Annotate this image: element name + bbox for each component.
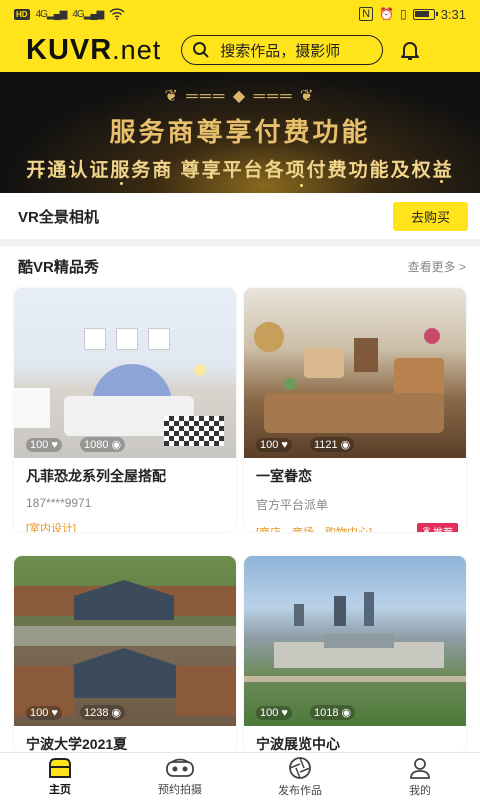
card-author: 187****9971 [26, 496, 92, 510]
view-count: 1121 ◉ [310, 437, 355, 452]
promo-banner[interactable]: ❦ ═══ ◆ ═══ ❦ 服务商尊享付费功能 开通认证服务商 尊享平台各项付费… [0, 72, 480, 193]
card-photo: 100 ♥ 1238 ◉ [14, 556, 236, 726]
heart-icon: ♥ [281, 439, 288, 451]
search-icon [193, 42, 209, 58]
signal-icon-2: 4G▂▄▆ [72, 8, 104, 20]
nav-publish[interactable]: 发布作品 [240, 753, 360, 800]
bell-icon [401, 42, 420, 60]
like-count: 100 ♥ [256, 706, 292, 720]
nav-home[interactable]: 主页 [0, 753, 120, 800]
recommend-badge: ♛推荐 [417, 523, 458, 532]
vr-headset-icon [166, 758, 194, 777]
notification-button[interactable] [395, 35, 425, 65]
card-photo: 100 ♥ 1080 ◉ [14, 288, 236, 458]
status-bar: HD 4G▂▄▆ 4G▂▄▆ N ⏰ ▯ 3:31 [0, 0, 480, 28]
heart-icon: ♥ [51, 439, 58, 451]
view-count: 1018 ◉ [310, 705, 356, 720]
logo: KUVR.net [26, 33, 162, 66]
vibrate-icon: ▯ [400, 7, 407, 21]
vr-camera-label: VR全景相机 [18, 208, 99, 226]
heart-icon: ♥ [281, 707, 288, 719]
nfc-icon: N [359, 7, 374, 21]
vr-camera-row: VR全景相机 去购买 [0, 193, 480, 239]
battery-icon [412, 8, 438, 20]
buy-button[interactable]: 去购买 [392, 201, 468, 231]
showcase-card[interactable]: 100♥ 1121◉ 一室眷恋 官方平台派单 [商店，商场，购物中心] ♛推荐 [244, 288, 466, 532]
card-tag: [商店，商场，购物中心] [256, 524, 372, 533]
banner-title: 服务商尊享付费功能 [109, 117, 371, 147]
nav-label: 主页 [49, 783, 71, 796]
eye-icon: ◉ [341, 707, 352, 719]
nav-label: 我的 [409, 784, 431, 797]
card-photo: 100 ♥ 1121 ◉ [244, 288, 466, 458]
card-tag: [室内设计] [26, 523, 77, 532]
signal-icon: 4G▂▄▆ [35, 8, 68, 20]
card-title: 一室眷恋 [256, 468, 312, 484]
heart-icon: ♥ [51, 707, 58, 719]
user-icon [410, 757, 430, 779]
crown-icon: ♛ [422, 526, 431, 532]
card-title: 凡菲恐龙系列全屋搭配 [26, 468, 166, 484]
hd-badge: HD [14, 8, 30, 20]
like-count: 100 ♥ [256, 438, 292, 452]
alarm-icon: ⏰ [379, 7, 395, 21]
section-title: 酷VR精品秀 [18, 256, 101, 280]
view-count: 1238 ◉ [80, 705, 126, 720]
home-icon [49, 757, 71, 778]
eye-icon: ◉ [111, 707, 122, 719]
search-bar[interactable]: 搜索作品，摄影师 [181, 35, 384, 65]
card-title: 宁波展览中心 [256, 736, 340, 752]
eye-icon: ◉ [111, 439, 122, 451]
showcase-card[interactable]: 100 ♥ 1018 ◉ 宁波展览中心 [244, 556, 466, 752]
card-author: 官方平台派单 [256, 498, 329, 512]
card-photo: 100 ♥ 1018 ◉ [244, 556, 466, 726]
showcase-section: 酷VR精品秀 查看更多 > 100 ♥ 1080 ◉ 凡菲恐龙系列全屋搭配 187*… [0, 246, 480, 752]
wifi-icon [109, 8, 125, 20]
like-count: 100 ♥ [26, 438, 62, 452]
showcase-card[interactable]: 100 ♥ 1238 ◉ 宁波大学2021夏 [14, 556, 236, 752]
clock: 3:31 [440, 6, 466, 22]
showcase-card[interactable]: 100 ♥ 1080 ◉ 凡菲恐龙系列全屋搭配 187****9971 [室内设计] [14, 288, 236, 532]
nav-label: 预约拍摄 [158, 783, 202, 796]
app-header: KUVR.net 搜索作品，摄影师 [0, 28, 480, 72]
aperture-icon [289, 756, 311, 779]
nav-label: 发布作品 [278, 784, 322, 797]
bottom-nav: 主页 预约拍摄 发布作品 我的 [0, 752, 480, 800]
view-more-link[interactable]: 查看更多 > [408, 258, 466, 275]
view-count: 1080 ◉ [80, 437, 126, 452]
nav-booking[interactable]: 预约拍摄 [120, 753, 240, 800]
eye-icon: ◉ [340, 439, 351, 451]
search-placeholder: 搜索作品，摄影师 [220, 42, 341, 60]
card-title: 宁波大学2021夏 [26, 736, 128, 752]
like-count: 100 ♥ [26, 706, 62, 720]
ornament-decoration: ❦ ═══ ◆ ═══ ❦ [164, 88, 316, 105]
banner-subtitle: 开通认证服务商 尊享平台各项付费功能及权益 [26, 160, 454, 181]
nav-profile[interactable]: 我的 [360, 753, 480, 800]
